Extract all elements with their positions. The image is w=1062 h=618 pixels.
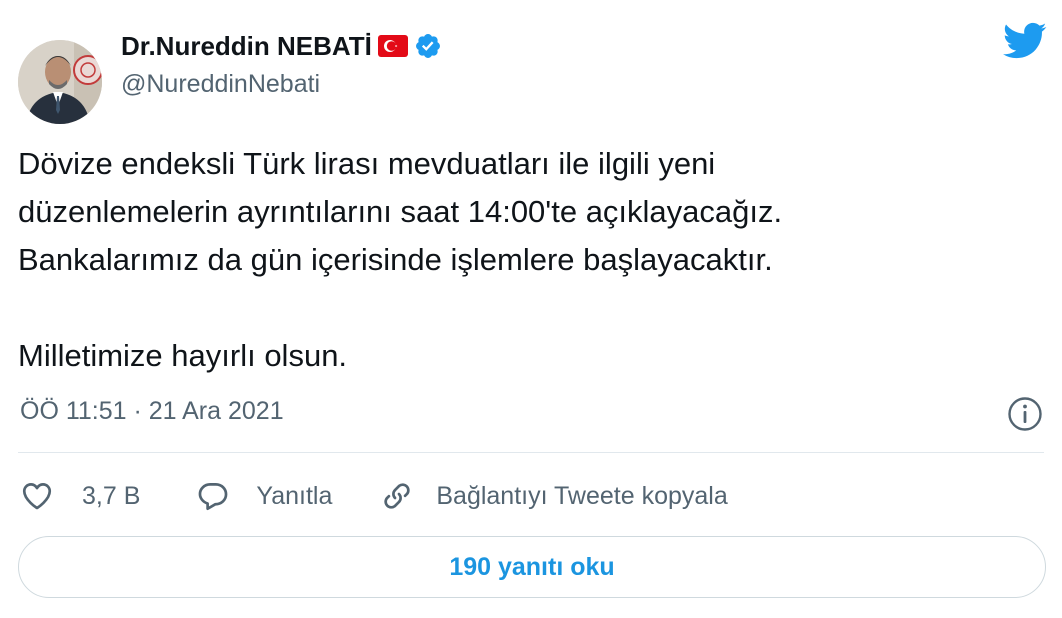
avatar-photo	[18, 40, 102, 124]
link-icon	[384, 483, 411, 509]
reply-label: Yanıtla	[256, 481, 333, 510]
tweet-line-1: Dövize endeksli Türk lirası mevduatları …	[18, 146, 716, 181]
like-button[interactable]: 3,7 B	[20, 479, 140, 513]
author-handle[interactable]: @NureddinNebati	[121, 70, 320, 99]
tweet-text: Dövize endeksli Türk lirası mevduatları …	[18, 140, 1038, 380]
heart-icon	[22, 483, 52, 510]
verified-badge-icon	[415, 34, 440, 58]
copy-link-button[interactable]: Bağlantıyı Tweete kopyala	[380, 479, 728, 513]
reply-button[interactable]: Yanıtla	[196, 479, 332, 513]
info-icon[interactable]	[1007, 396, 1043, 432]
divider	[18, 452, 1044, 453]
twitter-bird-icon[interactable]	[1003, 22, 1047, 60]
copy-link-label: Bağlantıyı Tweete kopyala	[436, 481, 728, 510]
action-bar: 3,7 B Yanıtla Bağlantıyı Tweete kopyala	[20, 474, 728, 518]
author-name-row[interactable]: Dr.Nureddin NEBATİ	[121, 30, 442, 62]
tweet-line-4: Milletimize hayırlı olsun.	[18, 338, 348, 373]
turkey-flag-icon	[377, 35, 408, 57]
avatar[interactable]	[18, 40, 102, 124]
tweet-timestamp[interactable]: ÖÖ 11:51 · 21 Ara 2021	[20, 397, 284, 426]
like-count: 3,7 B	[82, 481, 141, 510]
speech-bubble-icon	[198, 483, 228, 511]
author-name[interactable]: Dr.Nureddin NEBATİ	[121, 31, 372, 62]
tweet-line-2: düzenlemelerin ayrıntılarını saat 14:00'…	[18, 194, 783, 229]
tweet-line-3: Bankalarımız da gün içerisinde işlemlere…	[18, 242, 773, 277]
read-replies-button[interactable]: 190 yanıtı oku	[18, 536, 1046, 598]
